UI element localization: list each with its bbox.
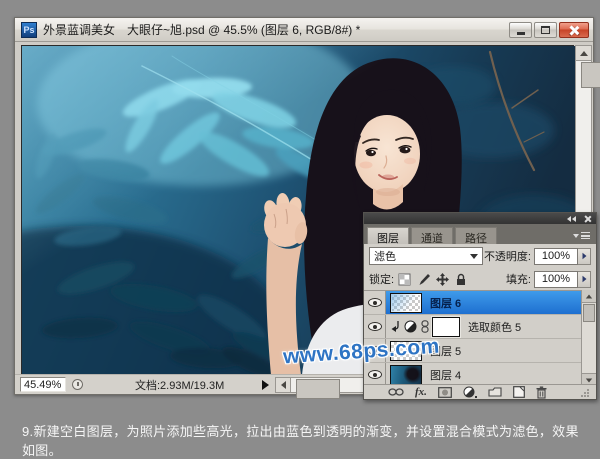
layer-row-selective-color[interactable]: 选取颜色 5	[364, 315, 583, 339]
blend-mode-row: 滤色 不透明度: 100%	[364, 244, 596, 268]
panel-bottom-bar: fx.	[364, 384, 596, 399]
screen: Ps 外景蓝调美女 大眼仔~旭.psd @ 45.5% (图层 6, RGB/8…	[0, 0, 600, 458]
fill-label: 填充:	[506, 271, 531, 287]
layers-panel: 图层 通道 路径 滤色 不透明度: 100% 锁定: 填充: 100%	[363, 212, 597, 400]
new-layer-icon[interactable]	[513, 386, 525, 398]
panel-resize-grip[interactable]	[579, 387, 590, 398]
visibility-toggle[interactable]	[364, 315, 386, 338]
lock-label: 锁定:	[369, 271, 394, 287]
scroll-left-button[interactable]	[276, 378, 291, 392]
layer-name[interactable]: 选取颜色 5	[468, 319, 521, 335]
eye-icon	[368, 298, 382, 307]
lock-row: 锁定: 填充: 100%	[364, 268, 596, 290]
arrow-up-icon	[580, 51, 588, 56]
tab-layers[interactable]: 图层	[367, 227, 409, 244]
layer-thumbnail[interactable]	[390, 365, 422, 385]
clipping-mask-arrow-icon	[390, 321, 400, 333]
tab-paths[interactable]: 路径	[455, 227, 497, 244]
fill-field[interactable]: 100%	[534, 271, 578, 288]
layer-style-icon[interactable]: fx.	[415, 387, 427, 398]
opacity-spinner-button[interactable]	[578, 248, 591, 265]
lock-transparency-icon[interactable]	[398, 273, 411, 286]
arrow-down-icon	[586, 378, 592, 382]
panel-header-bar[interactable]	[364, 213, 596, 224]
lock-position-move-icon[interactable]	[436, 273, 449, 286]
status-menu-arrow[interactable]	[262, 380, 269, 390]
mask-link-icon	[421, 320, 429, 333]
layer-name[interactable]: 图层 4	[430, 367, 461, 383]
window-title: 外景蓝调美女 大眼仔~旭.psd @ 45.5% (图层 6, RGB/8#) …	[43, 21, 360, 38]
photoshop-app-icon: Ps	[21, 22, 37, 38]
collapse-panel-icon[interactable]	[567, 216, 576, 222]
horizontal-scroll-thumb[interactable]	[296, 379, 340, 399]
eye-icon	[368, 322, 382, 331]
new-group-icon[interactable]	[488, 387, 502, 397]
layer-row-6[interactable]: 图层 6	[364, 291, 583, 315]
lock-all-icon[interactable]	[455, 273, 467, 286]
minimize-button[interactable]	[509, 22, 532, 38]
document-size-info: 文档:2.93M/19.3M	[135, 377, 224, 393]
visibility-toggle[interactable]	[364, 363, 386, 386]
new-adjustment-layer-icon[interactable]	[463, 386, 477, 398]
zoom-level-field[interactable]: 45.49%	[20, 377, 66, 392]
list-scroll-thumb[interactable]	[583, 304, 595, 322]
visibility-toggle[interactable]	[364, 291, 386, 314]
blend-mode-select[interactable]: 滤色	[369, 247, 483, 265]
minimize-icon	[517, 32, 525, 35]
close-icon	[569, 25, 579, 35]
panel-menu-icon[interactable]	[573, 232, 590, 239]
vertical-scroll-thumb[interactable]	[581, 62, 600, 88]
panel-tabs: 图层 通道 路径	[364, 224, 596, 244]
arrow-left-icon	[281, 381, 286, 389]
arrow-right-icon	[582, 276, 586, 282]
maximize-icon	[541, 26, 550, 34]
add-layer-mask-icon[interactable]	[438, 387, 452, 398]
tutorial-caption: 9.新建空白图层，为照片添加些高光，拉出由蓝色到透明的渐变，并设置混合模式为滤色…	[22, 421, 588, 459]
link-layers-icon[interactable]	[388, 388, 404, 396]
close-button[interactable]	[559, 22, 589, 38]
arrow-up-icon	[586, 294, 592, 298]
opacity-field[interactable]: 100%	[534, 248, 578, 265]
layer-name[interactable]: 图层 6	[430, 295, 461, 311]
dropdown-arrow-icon	[470, 254, 478, 259]
list-scroll-up-button[interactable]	[582, 290, 596, 303]
maximize-button[interactable]	[534, 22, 557, 38]
fill-spinner-button[interactable]	[578, 271, 591, 288]
eye-icon	[368, 370, 382, 379]
delete-layer-icon[interactable]	[536, 386, 547, 399]
history-clock-icon[interactable]	[72, 379, 83, 390]
arrow-right-icon	[582, 253, 586, 259]
blend-mode-value: 滤色	[374, 248, 470, 264]
lock-pixels-brush-icon[interactable]	[417, 273, 430, 286]
panel-close-icon[interactable]	[584, 215, 591, 222]
scroll-up-button[interactable]	[576, 46, 591, 61]
layer-list-scrollbar[interactable]	[581, 290, 596, 386]
tab-channels[interactable]: 通道	[411, 227, 453, 244]
layer-thumbnail[interactable]	[390, 293, 422, 313]
window-titlebar[interactable]: Ps 外景蓝调美女 大眼仔~旭.psd @ 45.5% (图层 6, RGB/8…	[15, 18, 593, 42]
layer-mask-thumbnail[interactable]	[432, 317, 460, 337]
adjustment-layer-icon	[404, 320, 417, 333]
opacity-label: 不透明度:	[484, 248, 531, 264]
